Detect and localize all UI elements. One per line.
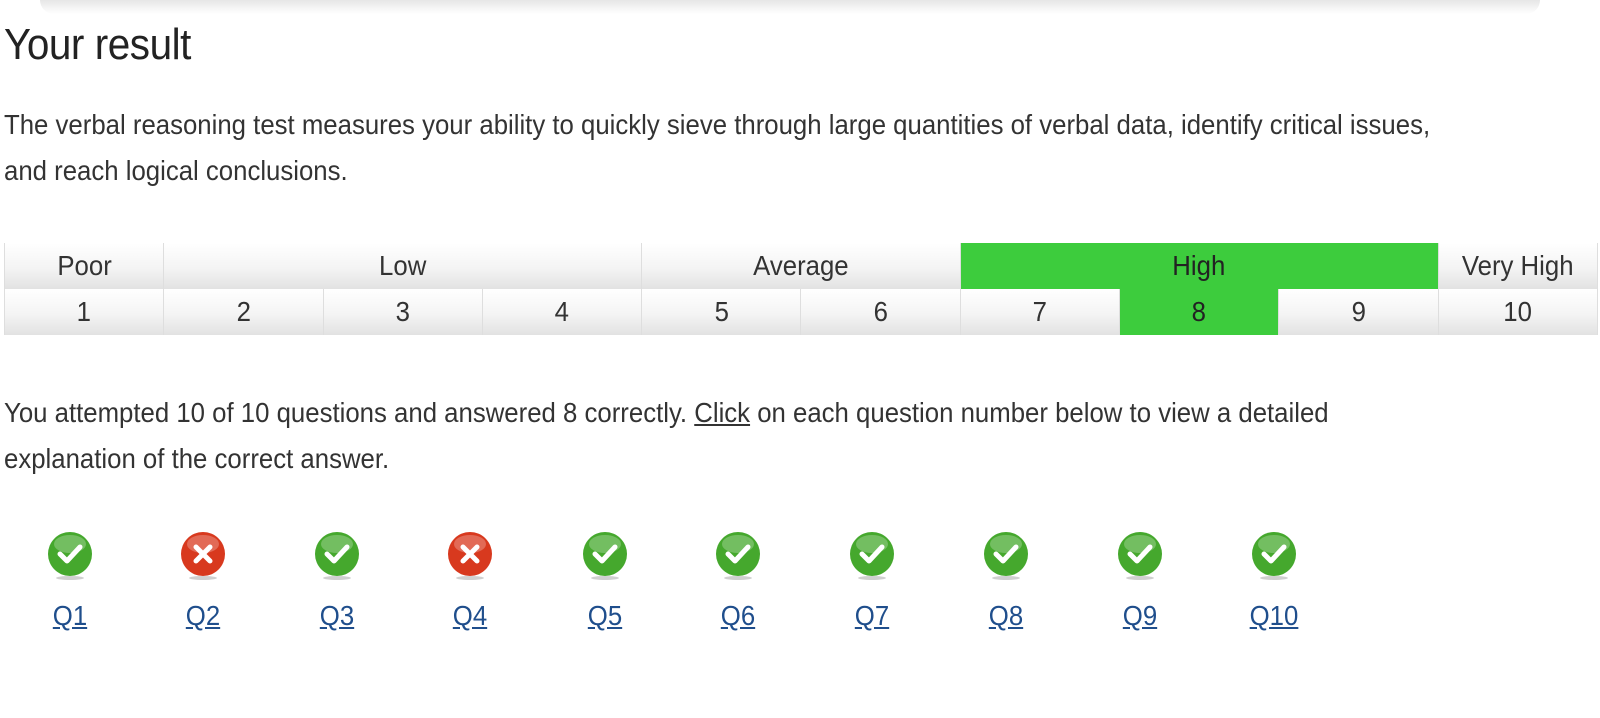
check-icon xyxy=(850,532,894,580)
question-item-q7[interactable]: Q7 xyxy=(832,530,912,632)
check-icon xyxy=(984,532,1028,580)
score-value: 10 xyxy=(1503,296,1533,327)
score-cell: 6 xyxy=(800,289,961,335)
score-value: 5 xyxy=(714,296,729,327)
score-cell: 10 xyxy=(1437,289,1599,335)
question-item-q1[interactable]: Q1 xyxy=(30,530,110,632)
score-value: 2 xyxy=(236,296,251,327)
question-link[interactable]: Q3 xyxy=(300,600,374,632)
band-poor: Poor xyxy=(3,243,165,289)
band-label: Low xyxy=(379,250,427,281)
score-value: 9 xyxy=(1351,296,1366,327)
attempt-summary: You attempted 10 of 10 questions and ans… xyxy=(4,390,1458,482)
score-cell: 2 xyxy=(163,289,324,335)
question-link[interactable]: Q7 xyxy=(835,600,909,632)
score-cell-selected: 8 xyxy=(1119,289,1280,335)
score-value: 6 xyxy=(873,296,888,327)
score-value: 3 xyxy=(395,296,410,327)
intro-text: The verbal reasoning test measures your … xyxy=(4,109,1431,186)
question-item-q9[interactable]: Q9 xyxy=(1100,530,1180,632)
page-title: Your result xyxy=(4,20,191,69)
score-value: 7 xyxy=(1032,296,1048,327)
question-link[interactable]: Q5 xyxy=(568,600,642,632)
check-icon xyxy=(716,532,760,580)
question-link[interactable]: Q6 xyxy=(701,600,775,632)
cross-icon xyxy=(181,532,225,580)
question-item-q10[interactable]: Q10 xyxy=(1234,530,1314,632)
check-icon xyxy=(315,532,359,580)
score-cell: 1 xyxy=(3,289,165,335)
check-icon xyxy=(1118,532,1162,580)
band-high: High xyxy=(959,243,1439,289)
score-scale-table: Poor Low Average High Very High 1 2 3 4 … xyxy=(3,243,1599,335)
check-icon xyxy=(1252,532,1296,580)
band-label: Average xyxy=(753,250,849,281)
score-value: 1 xyxy=(76,296,92,327)
question-link[interactable]: Q10 xyxy=(1237,600,1311,632)
question-link[interactable]: Q2 xyxy=(166,600,240,632)
score-cell: 9 xyxy=(1278,289,1439,335)
question-item-q5[interactable]: Q5 xyxy=(565,530,645,632)
score-cell: 4 xyxy=(481,289,643,335)
band-very-high: Very High xyxy=(1437,243,1599,289)
question-item-q2[interactable]: Q2 xyxy=(163,530,243,632)
question-item-q4[interactable]: Q4 xyxy=(430,530,510,632)
check-icon xyxy=(583,532,627,580)
score-value: 4 xyxy=(554,296,570,327)
question-list: Q1 Q2 Q3 Q4 Q5 Q6 Q7 Q8 Q9 Q10 xyxy=(0,530,1600,650)
check-icon xyxy=(48,532,92,580)
band-label: Very High xyxy=(1461,250,1574,281)
score-cell: 3 xyxy=(322,289,483,335)
score-row: 1 2 3 4 5 6 7 8 9 10 xyxy=(3,289,1599,335)
question-item-q3[interactable]: Q3 xyxy=(297,530,377,632)
question-link[interactable]: Q1 xyxy=(33,600,107,632)
band-average: Average xyxy=(641,243,961,289)
click-link[interactable]: Click xyxy=(694,397,750,428)
header-shadow xyxy=(40,0,1540,14)
band-label: Poor xyxy=(56,250,112,281)
question-link[interactable]: Q9 xyxy=(1103,600,1177,632)
score-cell: 7 xyxy=(959,289,1121,335)
question-item-q6[interactable]: Q6 xyxy=(698,530,778,632)
result-page: Your result The verbal reasoning test me… xyxy=(0,0,1600,718)
question-link[interactable]: Q4 xyxy=(433,600,507,632)
score-cell: 5 xyxy=(641,289,802,335)
cross-icon xyxy=(448,532,492,580)
summary-text-start: You attempted 10 of 10 questions and ans… xyxy=(4,397,695,428)
question-link[interactable]: Q8 xyxy=(969,600,1043,632)
band-row: Poor Low Average High Very High xyxy=(3,243,1599,289)
question-item-q8[interactable]: Q8 xyxy=(966,530,1046,632)
score-value: 8 xyxy=(1192,296,1207,327)
band-low: Low xyxy=(163,243,643,289)
band-label: High xyxy=(1172,250,1226,281)
